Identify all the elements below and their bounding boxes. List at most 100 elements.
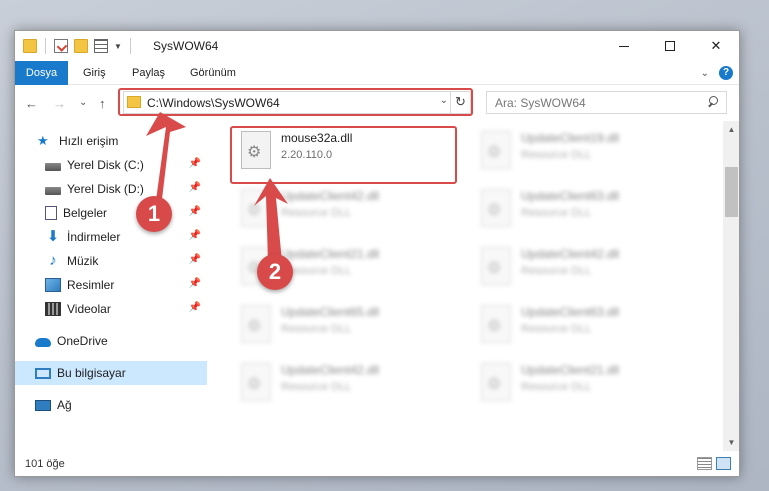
file-name: UpdateClient63.dll: [521, 305, 620, 319]
properties-icon[interactable]: [54, 39, 68, 53]
search-placeholder[interactable]: Ara: SysWOW64: [495, 96, 586, 110]
step-marker-2: 2: [257, 254, 293, 290]
address-path[interactable]: C:\Windows\SysWOW64: [147, 96, 280, 110]
dll-file-icon: [241, 305, 271, 343]
scroll-down-icon[interactable]: ▼: [723, 434, 739, 451]
sidebar-item-onedrive[interactable]: OneDrive: [15, 329, 207, 353]
pin-icon[interactable]: 📌: [189, 182, 201, 193]
search-icon[interactable]: [707, 96, 718, 107]
window-controls: ✕: [601, 31, 739, 61]
expand-ribbon-icon[interactable]: ⌄: [701, 68, 709, 79]
back-arrow-icon[interactable]: ←: [25, 96, 38, 111]
explorer-window: ▼ SysWOW64 ✕ Dosya Giriş Paylaş Görünüm …: [14, 30, 740, 477]
file-name: UpdateClient42.dll: [281, 363, 380, 377]
file-tile[interactable]: UpdateClient42.dll Resource DLL: [233, 183, 451, 233]
file-tile[interactable]: UpdateClient63.dll Resource DLL: [473, 299, 691, 349]
address-bar[interactable]: C:\Windows\SysWOW64 ⌄ ↻: [123, 91, 471, 114]
recent-locations-icon[interactable]: ⌄: [79, 97, 87, 108]
tab-view[interactable]: Görünüm: [190, 61, 236, 85]
network-icon: [35, 399, 51, 411]
sidebar-item-disk-c[interactable]: Yerel Disk (C:) 📌: [15, 153, 207, 177]
forward-arrow-icon[interactable]: →: [53, 96, 66, 111]
navigation-pane: ★ Hızlı erişim Yerel Disk (C:) 📌 Yerel D…: [15, 121, 207, 451]
file-tile[interactable]: UpdateClient42.dll Resource DLL: [233, 357, 451, 407]
maximize-icon: [665, 41, 675, 51]
file-tile[interactable]: UpdateClient19.dll Resource DLL: [473, 125, 691, 175]
sidebar-item-music[interactable]: ♪ Müzik 📌: [15, 249, 207, 273]
sidebar-item-label: Resimler: [67, 278, 115, 292]
address-dropdown-icon[interactable]: ⌄: [440, 95, 448, 106]
close-button[interactable]: ✕: [693, 31, 739, 61]
sidebar-item-label: Hızlı erişim: [59, 134, 119, 148]
dll-file-icon: [241, 189, 271, 227]
tab-file[interactable]: Dosya: [15, 61, 68, 85]
search-box[interactable]: Ara: SysWOW64: [486, 91, 727, 114]
scrollbar-thumb[interactable]: [725, 167, 738, 217]
sidebar-item-network[interactable]: Ağ: [15, 393, 207, 417]
view-switcher: [697, 457, 731, 470]
file-tile[interactable]: UpdateClient21.dll Resource DLL: [473, 357, 691, 407]
up-arrow-icon[interactable]: ↑: [99, 96, 106, 111]
pin-icon[interactable]: 📌: [189, 206, 201, 217]
pin-icon[interactable]: 📌: [189, 158, 201, 169]
sidebar-item-downloads[interactable]: ⬇ İndirmeler 📌: [15, 225, 207, 249]
minimize-icon: [619, 45, 629, 47]
sidebar-item-label: Müzik: [67, 254, 99, 268]
file-name: mouse32a.dll: [281, 131, 353, 145]
computer-icon: [35, 367, 51, 379]
step-marker-1: 1: [136, 196, 172, 232]
sidebar-item-label: Yerel Disk (C:): [67, 158, 144, 172]
tab-home[interactable]: Giriş: [83, 61, 106, 85]
sidebar-item-label: OneDrive: [57, 334, 108, 348]
refresh-icon[interactable]: ↻: [450, 92, 470, 113]
disk-icon: [45, 186, 61, 195]
sidebar-item-documents[interactable]: Belgeler 📌: [15, 201, 207, 225]
item-count: 101 öğe: [25, 458, 65, 470]
sidebar-item-videos[interactable]: Videolar 📌: [15, 297, 207, 321]
pin-icon[interactable]: 📌: [189, 254, 201, 265]
folder-icon[interactable]: [23, 39, 37, 53]
dll-file-icon: [481, 363, 511, 401]
ribbon: Dosya Giriş Paylaş Görünüm ⌄ ?: [15, 61, 739, 85]
file-tile[interactable]: UpdateClient42.dll Resource DLL: [473, 241, 691, 291]
file-description: Resource DLL: [521, 207, 592, 219]
tab-share[interactable]: Paylaş: [132, 61, 165, 85]
maximize-button[interactable]: [647, 31, 693, 61]
quick-access-toolbar: ▼: [23, 38, 133, 54]
sidebar-item-quick-access[interactable]: ★ Hızlı erişim: [15, 129, 207, 153]
cloud-icon: [35, 338, 51, 347]
file-name: UpdateClient42.dll: [521, 247, 620, 261]
sidebar-item-label: Bu bilgisayar: [57, 366, 126, 380]
details-view-icon[interactable]: [697, 457, 712, 470]
file-tile-mouse32a[interactable]: mouse32a.dll 2.20.110.0: [233, 125, 451, 175]
close-icon: ✕: [710, 38, 722, 53]
vertical-scrollbar[interactable]: ▲ ▼: [723, 121, 739, 451]
file-description: Resource DLL: [521, 149, 592, 161]
file-tile[interactable]: UpdateClient63.dll Resource DLL: [473, 183, 691, 233]
dll-file-icon: [481, 305, 511, 343]
pin-icon[interactable]: 📌: [189, 230, 201, 241]
sidebar-item-label: Ağ: [57, 398, 72, 412]
sidebar-item-disk-d[interactable]: Yerel Disk (D:) 📌: [15, 177, 207, 201]
file-description: Resource DLL: [281, 207, 352, 219]
view-icon[interactable]: [94, 39, 108, 53]
sidebar-item-label: Yerel Disk (D:): [67, 182, 144, 196]
sidebar-item-pictures[interactable]: Resimler 📌: [15, 273, 207, 297]
sidebar-item-label: Videolar: [67, 302, 111, 316]
folder-icon: [127, 96, 141, 108]
customize-toolbar-icon[interactable]: ▼: [114, 42, 122, 51]
file-tile[interactable]: UpdateClient65.dll Resource DLL: [233, 299, 451, 349]
sidebar-item-this-pc[interactable]: Bu bilgisayar: [15, 361, 207, 385]
pin-icon[interactable]: 📌: [189, 302, 201, 313]
pictures-icon: [45, 278, 61, 292]
pin-icon[interactable]: 📌: [189, 278, 201, 289]
ribbon-controls: ⌄ ?: [701, 66, 733, 80]
music-icon: ♪: [49, 252, 57, 269]
new-folder-icon[interactable]: [74, 39, 88, 53]
minimize-button[interactable]: [601, 31, 647, 61]
scroll-up-icon[interactable]: ▲: [723, 121, 739, 138]
help-icon[interactable]: ?: [719, 66, 733, 80]
file-name: UpdateClient21.dll: [281, 247, 380, 261]
tiles-view-icon[interactable]: [716, 457, 731, 470]
dll-file-icon: [241, 131, 271, 169]
